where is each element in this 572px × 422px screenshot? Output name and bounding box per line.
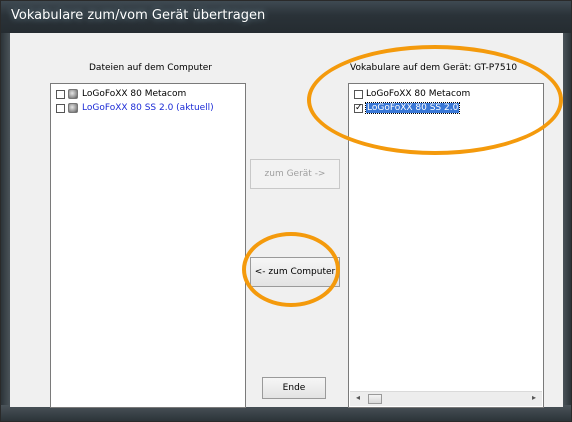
item-label: LoGoFoXX 80 SS 2.0 (aktuell) bbox=[82, 103, 214, 113]
list-item[interactable]: LoGoFoXX 80 Metacom bbox=[354, 87, 470, 101]
scroll-left-icon[interactable]: ◂ bbox=[352, 393, 364, 402]
window-frame-right bbox=[563, 33, 571, 407]
item-label: LoGoFoXX 80 SS 2.0 bbox=[364, 102, 461, 114]
scroll-right-icon[interactable]: ▸ bbox=[528, 393, 540, 402]
item-checkbox[interactable] bbox=[56, 89, 65, 99]
vocabulary-icon bbox=[68, 89, 78, 99]
check-mark-icon: ✓ bbox=[355, 102, 363, 113]
item-checkbox[interactable] bbox=[354, 89, 363, 99]
list-item[interactable]: LoGoFoXX 80 SS 2.0 (aktuell) bbox=[56, 101, 214, 115]
item-checkbox-checked[interactable]: ✓ bbox=[354, 102, 363, 113]
item-checkbox[interactable] bbox=[56, 103, 65, 113]
dialog-window: Vokabulare zum/vom Gerät übertragen Date… bbox=[0, 0, 572, 422]
scroll-thumb[interactable] bbox=[368, 394, 382, 404]
dialog-client-area: Dateien auf dem Computer LoGoFoXX 80 Met… bbox=[10, 33, 563, 408]
device-vocabularies-list[interactable]: LoGoFoXX 80 Metacom ✓ LoGoFoXX 80 SS 2.0… bbox=[348, 83, 544, 408]
to-computer-button[interactable]: <- zum Computer bbox=[250, 257, 340, 287]
list-item[interactable]: LoGoFoXX 80 Metacom bbox=[56, 87, 186, 101]
device-vocabularies-caption: Vokabulare auf dem Gerät: GT-P7510 bbox=[350, 63, 518, 73]
horizontal-scrollbar[interactable]: ◂ ▸ bbox=[350, 391, 542, 406]
computer-files-caption: Dateien auf dem Computer bbox=[89, 63, 212, 73]
computer-files-list[interactable]: LoGoFoXX 80 Metacom LoGoFoXX 80 SS 2.0 (… bbox=[50, 83, 246, 408]
to-device-button[interactable]: zum Gerät -> bbox=[250, 159, 340, 189]
item-label: LoGoFoXX 80 Metacom bbox=[366, 89, 471, 99]
title-bar[interactable]: Vokabulare zum/vom Gerät übertragen bbox=[1, 1, 571, 33]
end-button[interactable]: Ende bbox=[262, 377, 326, 399]
window-title: Vokabulare zum/vom Gerät übertragen bbox=[11, 8, 266, 23]
window-frame-left bbox=[1, 33, 10, 407]
list-item-selected[interactable]: ✓ LoGoFoXX 80 SS 2.0 bbox=[354, 101, 461, 115]
item-label: LoGoFoXX 80 Metacom bbox=[82, 89, 187, 99]
vocabulary-icon bbox=[68, 103, 78, 113]
